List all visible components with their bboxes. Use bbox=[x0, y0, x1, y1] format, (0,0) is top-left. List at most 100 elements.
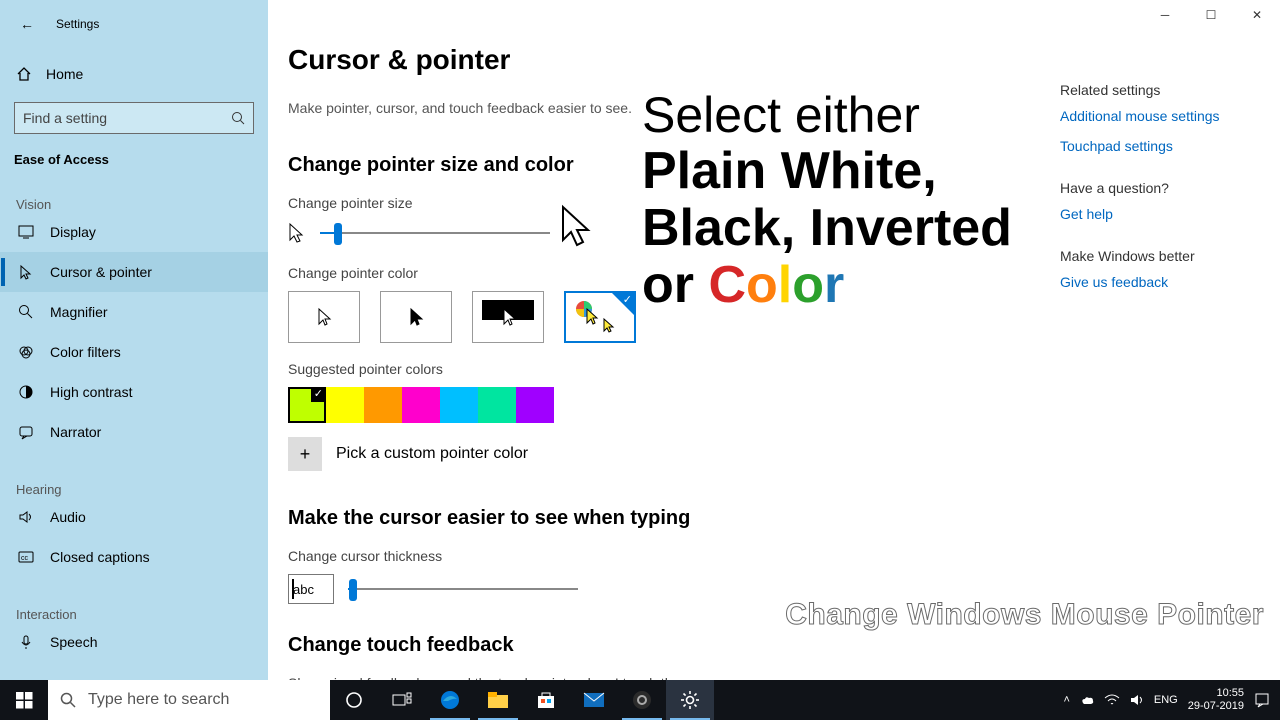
cortana-button[interactable] bbox=[330, 680, 378, 720]
magnifier-icon bbox=[16, 304, 36, 320]
back-button[interactable]: ← bbox=[20, 16, 34, 32]
sidebar-item-label: Audio bbox=[50, 509, 86, 525]
start-button[interactable] bbox=[0, 680, 48, 720]
window-close-button[interactable]: ✕ bbox=[1234, 0, 1280, 30]
explorer-app[interactable] bbox=[474, 680, 522, 720]
color-swatch-2[interactable] bbox=[364, 387, 402, 423]
page-title: Cursor & pointer bbox=[288, 44, 1280, 76]
better-heading: Make Windows better bbox=[1060, 248, 1250, 264]
tray-language[interactable]: ENG bbox=[1154, 694, 1178, 706]
volume-icon[interactable] bbox=[1130, 693, 1144, 707]
cursor-thickness-slider[interactable] bbox=[348, 577, 578, 601]
display-icon bbox=[16, 224, 36, 240]
label-suggested-colors: Suggested pointer colors bbox=[288, 361, 1280, 377]
pointer-size-slider[interactable] bbox=[320, 221, 550, 245]
tray-date: 29-07-2019 bbox=[1188, 700, 1244, 713]
cursor-sample-box: abc bbox=[288, 574, 334, 604]
wifi-icon[interactable] bbox=[1104, 694, 1120, 706]
group-vision-label: Vision bbox=[0, 167, 268, 212]
sidebar-item-label: Closed captions bbox=[50, 549, 150, 565]
color-swatch-4[interactable] bbox=[440, 387, 478, 423]
pointer-color-inverted[interactable] bbox=[472, 291, 544, 343]
notifications-icon[interactable] bbox=[1254, 692, 1270, 708]
home-icon bbox=[16, 66, 32, 82]
obs-app[interactable] bbox=[618, 680, 666, 720]
settings-app[interactable] bbox=[666, 680, 714, 720]
question-heading: Have a question? bbox=[1060, 180, 1250, 196]
related-heading: Related settings bbox=[1060, 82, 1250, 98]
sidebar-item-label: Narrator bbox=[50, 424, 101, 440]
search-box[interactable] bbox=[14, 102, 254, 134]
closed-captions-icon: cc bbox=[16, 549, 36, 565]
label-cursor-thickness: Change cursor thickness bbox=[288, 548, 1280, 564]
sidebar-item-label: Cursor & pointer bbox=[50, 264, 152, 280]
sidebar-item-high-contrast[interactable]: High contrast bbox=[0, 372, 268, 412]
edge-icon bbox=[439, 689, 461, 711]
speech-icon bbox=[16, 634, 36, 650]
color-swatch-1[interactable] bbox=[326, 387, 364, 423]
pointer-color-custom[interactable] bbox=[564, 291, 636, 343]
obs-icon bbox=[632, 690, 652, 710]
group-hearing-label: Hearing bbox=[0, 452, 268, 497]
sidebar-item-cursor-pointer[interactable]: Cursor & pointer bbox=[0, 252, 268, 292]
windows-logo-icon bbox=[16, 692, 33, 709]
taskbar: Type here to search ˄ ENG 10:55 29-07-20… bbox=[0, 680, 1280, 720]
narrator-icon bbox=[16, 424, 36, 440]
section-touch: Change touch feedback bbox=[288, 634, 1280, 657]
onedrive-icon[interactable] bbox=[1080, 693, 1094, 707]
sidebar-item-label: Speech bbox=[50, 634, 97, 650]
color-swatch-5[interactable] bbox=[478, 387, 516, 423]
section-cursor-typing: Make the cursor easier to see when typin… bbox=[288, 507, 1280, 530]
tray-chevron-icon[interactable]: ˄ bbox=[1063, 694, 1069, 706]
sidebar-item-display[interactable]: Display bbox=[0, 212, 268, 252]
color-swatch-6[interactable] bbox=[516, 387, 554, 423]
link-get-help[interactable]: Get help bbox=[1060, 206, 1250, 222]
system-tray[interactable]: ˄ ENG 10:55 29-07-2019 bbox=[1063, 687, 1280, 713]
store-icon bbox=[536, 690, 556, 710]
home-label: Home bbox=[46, 66, 83, 82]
svg-text:cc: cc bbox=[21, 555, 29, 562]
high-contrast-icon bbox=[16, 384, 36, 400]
color-swatch-0[interactable] bbox=[288, 387, 326, 423]
task-view-button[interactable] bbox=[378, 680, 426, 720]
search-icon bbox=[231, 111, 245, 125]
color-swatch-3[interactable] bbox=[402, 387, 440, 423]
cursor-sample-text: abc bbox=[293, 582, 314, 597]
tray-time: 10:55 bbox=[1188, 687, 1244, 700]
link-additional-mouse[interactable]: Additional mouse settings bbox=[1060, 108, 1250, 124]
pick-custom-color-button[interactable]: + bbox=[288, 437, 322, 471]
sidebar-item-magnifier[interactable]: Magnifier bbox=[0, 292, 268, 332]
gear-icon bbox=[680, 690, 700, 710]
small-cursor-icon bbox=[288, 222, 306, 244]
cursor-pointer-icon bbox=[16, 264, 36, 280]
sidebar: ← Settings Home Ease of Access Vision Di… bbox=[0, 0, 268, 680]
tray-clock[interactable]: 10:55 29-07-2019 bbox=[1188, 687, 1244, 713]
link-feedback[interactable]: Give us feedback bbox=[1060, 274, 1250, 290]
edge-app[interactable] bbox=[426, 680, 474, 720]
right-rail: Related settings Additional mouse settin… bbox=[1060, 82, 1250, 304]
sidebar-item-audio[interactable]: Audio bbox=[0, 497, 268, 537]
window-maximize-button[interactable]: ☐ bbox=[1188, 0, 1234, 30]
taskbar-search[interactable]: Type here to search bbox=[48, 680, 330, 720]
taskbar-search-placeholder: Type here to search bbox=[88, 691, 229, 709]
sidebar-item-label: Color filters bbox=[50, 344, 121, 360]
store-app[interactable] bbox=[522, 680, 570, 720]
sidebar-item-closed-captions[interactable]: cc Closed captions bbox=[0, 537, 268, 577]
pointer-color-black[interactable] bbox=[380, 291, 452, 343]
mail-app[interactable] bbox=[570, 680, 618, 720]
sidebar-home[interactable]: Home bbox=[0, 56, 268, 92]
sidebar-item-speech[interactable]: Speech bbox=[0, 622, 268, 662]
sidebar-item-narrator[interactable]: Narrator bbox=[0, 412, 268, 452]
sidebar-item-color-filters[interactable]: Color filters bbox=[0, 332, 268, 372]
color-filters-icon bbox=[16, 344, 36, 360]
folder-icon bbox=[487, 691, 509, 709]
mail-icon bbox=[583, 692, 605, 708]
sidebar-item-label: High contrast bbox=[50, 384, 132, 400]
window-minimize-button[interactable]: ─ bbox=[1142, 0, 1188, 30]
task-view-icon bbox=[392, 692, 412, 708]
search-input[interactable] bbox=[23, 110, 231, 126]
group-interaction-label: Interaction bbox=[0, 577, 268, 622]
search-icon bbox=[60, 692, 76, 708]
link-touchpad-settings[interactable]: Touchpad settings bbox=[1060, 138, 1250, 154]
pointer-color-white[interactable] bbox=[288, 291, 360, 343]
